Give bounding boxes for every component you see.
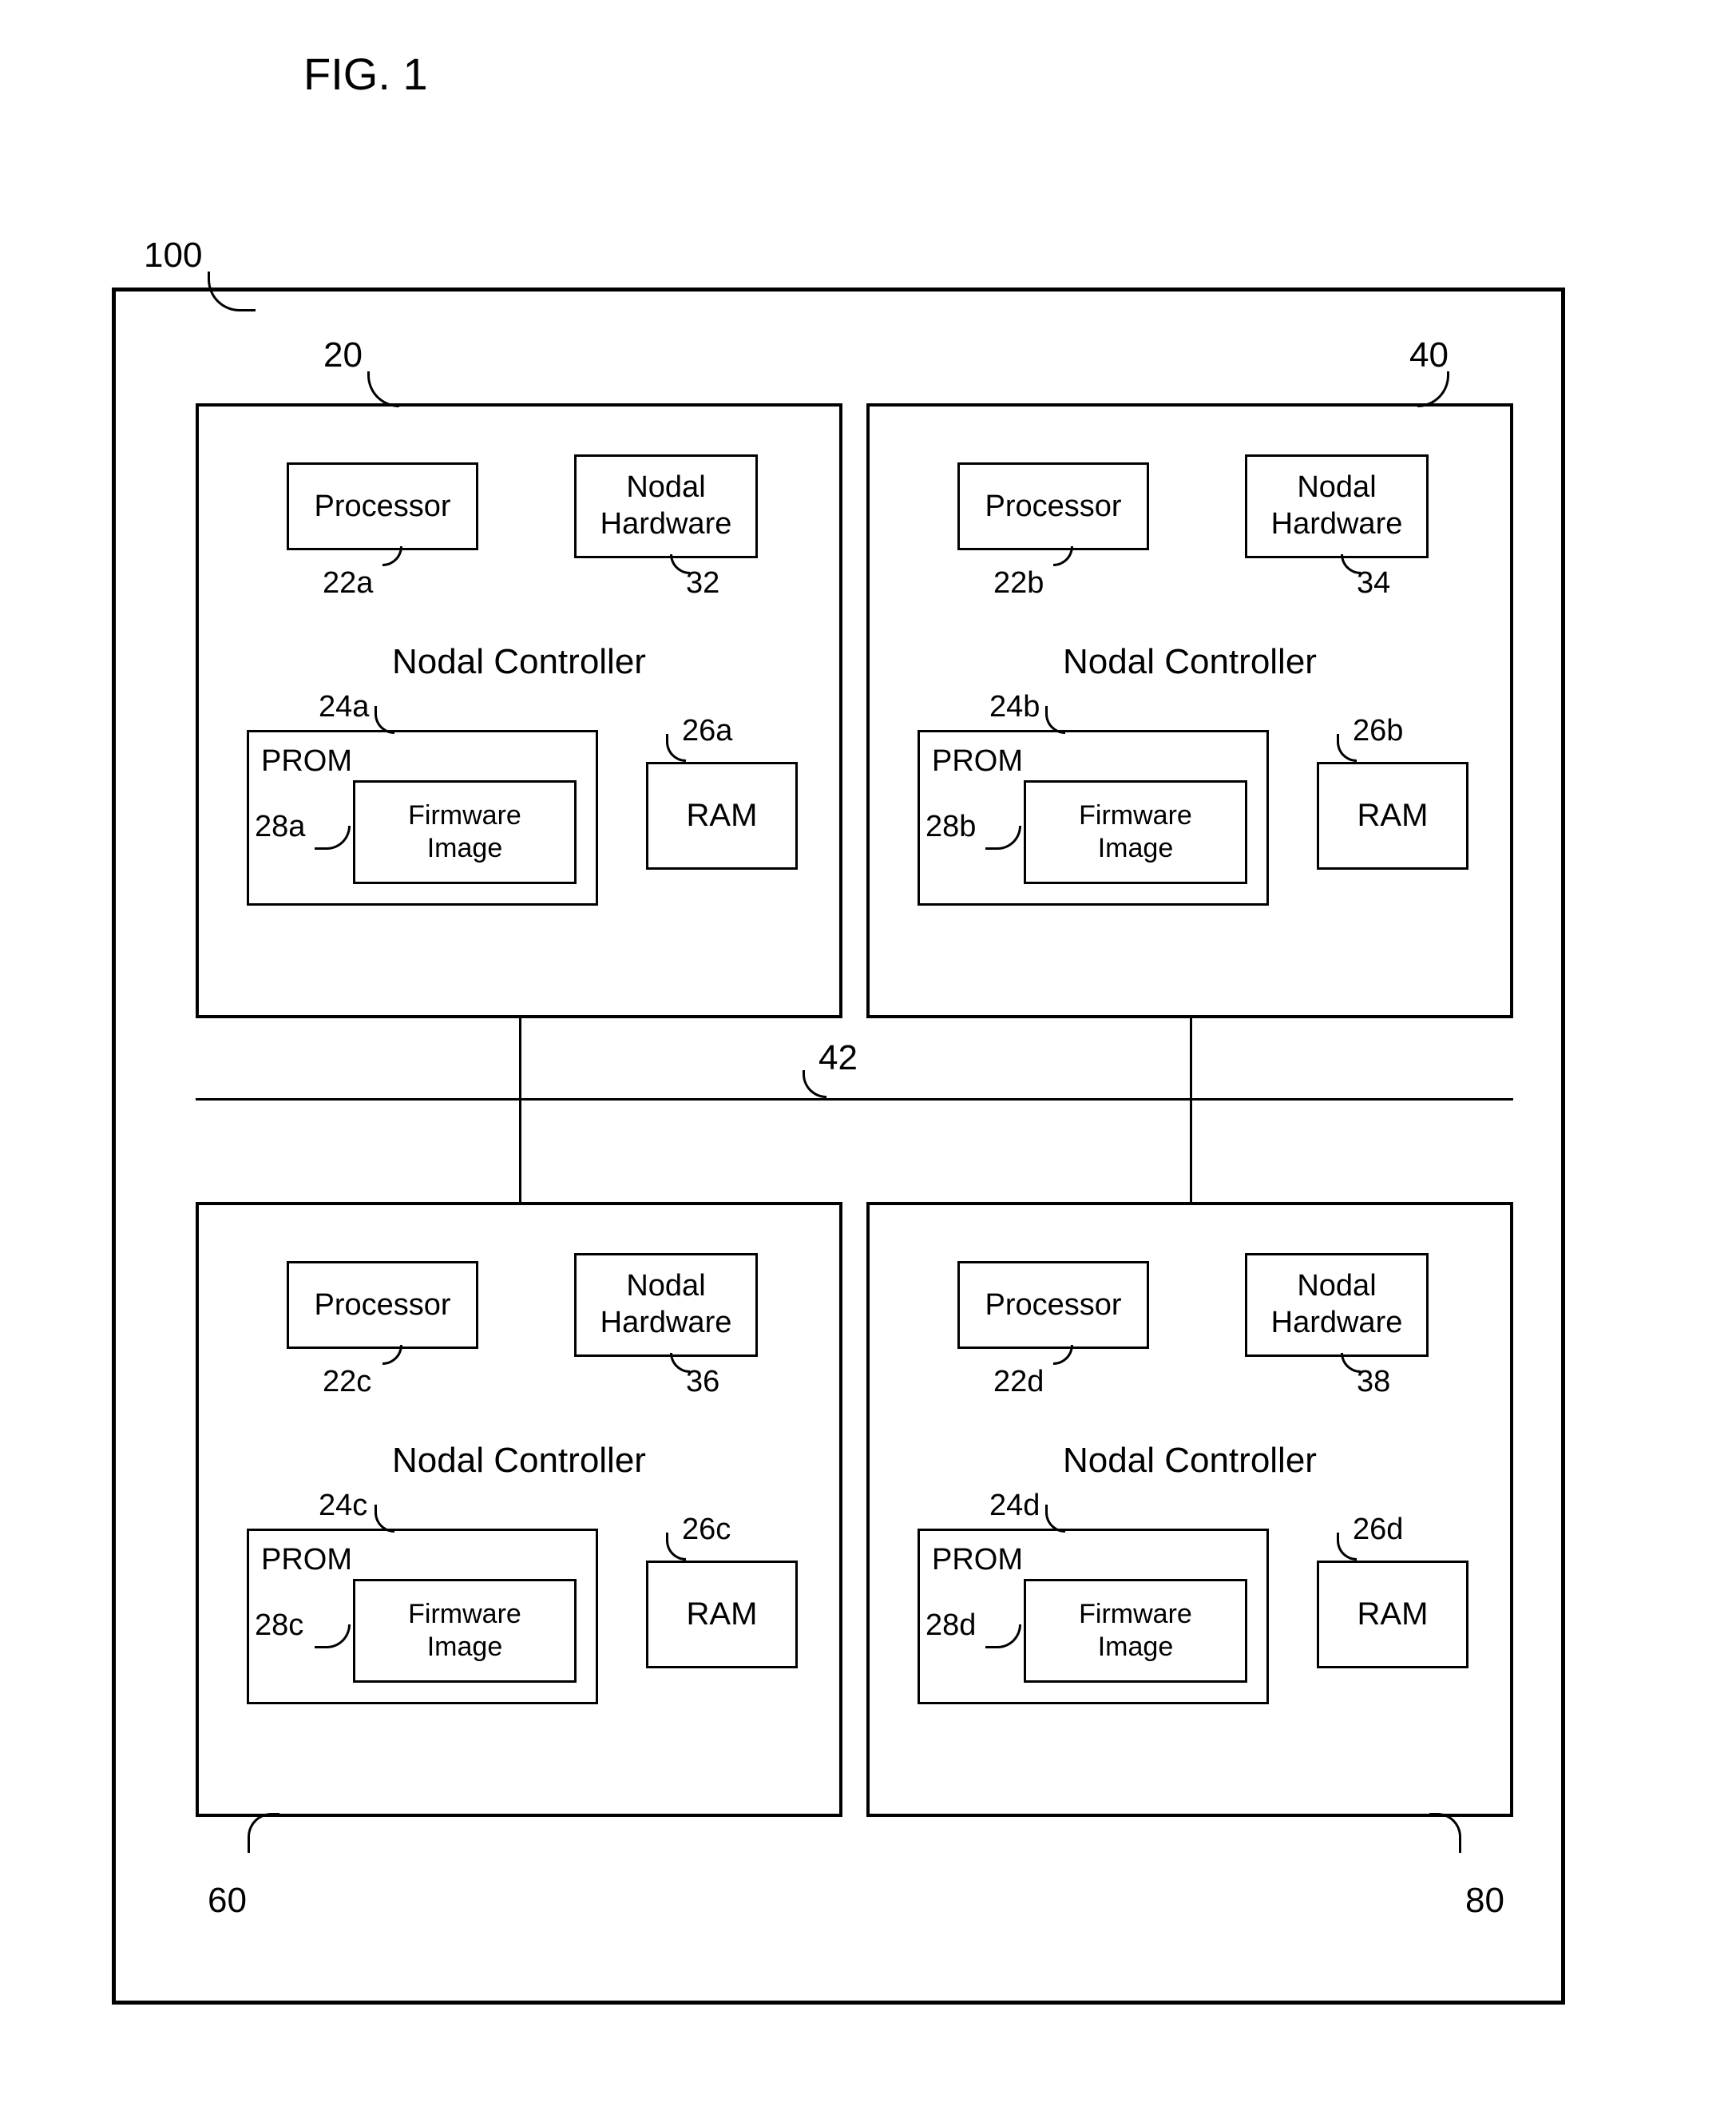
- firmware-box: Firmware Image: [353, 780, 577, 884]
- leader-38: [1341, 1353, 1361, 1373]
- controller-title: Nodal Controller: [870, 1441, 1510, 1481]
- ram-box: RAM: [646, 1561, 798, 1668]
- ram-label: RAM: [1357, 798, 1429, 834]
- hardware-box: Nodal Hardware: [574, 1253, 758, 1357]
- firmware-box: Firmware Image: [1024, 780, 1247, 884]
- figure-title: FIG. 1: [303, 48, 428, 100]
- ram-label: RAM: [687, 1596, 758, 1632]
- ram-box: RAM: [1317, 762, 1468, 870]
- processor-label: Processor: [314, 1288, 450, 1323]
- ref-24c: 24c: [319, 1489, 367, 1523]
- leader-80: [1429, 1813, 1461, 1853]
- processor-box: Processor: [287, 462, 478, 550]
- prom-label: PROM: [932, 744, 1023, 779]
- ref-26a: 26a: [682, 714, 732, 748]
- system-box: 20 Processor 22a Nodal Hardware 32 Nodal…: [112, 288, 1565, 2005]
- hardware-box: Nodal Hardware: [574, 454, 758, 558]
- firmware-label: Firmware Image: [1079, 1598, 1192, 1664]
- ref-38: 38: [1357, 1365, 1390, 1399]
- firmware-box: Firmware Image: [1024, 1579, 1247, 1683]
- ram-label: RAM: [1357, 1596, 1429, 1632]
- leader-26a: [666, 734, 686, 762]
- ref-80: 80: [1465, 1881, 1504, 1921]
- ref-26c: 26c: [682, 1513, 731, 1547]
- ref-28a: 28a: [255, 810, 305, 844]
- ref-28b: 28b: [925, 810, 976, 844]
- leader-22b: [1053, 546, 1073, 566]
- hardware-label: Nodal Hardware: [1271, 470, 1403, 542]
- prom-label: PROM: [261, 1543, 352, 1577]
- ram-box: RAM: [646, 762, 798, 870]
- leader-26d: [1337, 1533, 1357, 1561]
- ref-28c: 28c: [255, 1608, 303, 1643]
- leader-34: [1341, 554, 1361, 574]
- ref-22b: 22b: [993, 566, 1044, 601]
- firmware-label: Firmware Image: [1079, 799, 1192, 865]
- ref-22c: 22c: [323, 1365, 371, 1399]
- ref-24b: 24b: [989, 690, 1040, 724]
- leader-22d: [1053, 1345, 1073, 1365]
- ref-32: 32: [686, 566, 719, 601]
- node-80: Processor 22d Nodal Hardware 38 Nodal Co…: [866, 1202, 1513, 1817]
- bus-v-60: [519, 1098, 521, 1202]
- firmware-box: Firmware Image: [353, 1579, 577, 1683]
- processor-box: Processor: [957, 462, 1149, 550]
- ref-34: 34: [1357, 566, 1390, 601]
- hardware-label: Nodal Hardware: [600, 470, 732, 542]
- leader-26b: [1337, 734, 1357, 762]
- prom-label: PROM: [932, 1543, 1023, 1577]
- ram-box: RAM: [1317, 1561, 1468, 1668]
- processor-label: Processor: [985, 490, 1121, 524]
- ref-60: 60: [208, 1881, 247, 1921]
- ref-100: 100: [144, 236, 202, 276]
- ram-label: RAM: [687, 798, 758, 834]
- bus-main: [196, 1098, 1513, 1101]
- ref-36: 36: [686, 1365, 719, 1399]
- ref-40: 40: [1409, 335, 1449, 375]
- ref-26d: 26d: [1353, 1513, 1403, 1547]
- node-40: Processor 22b Nodal Hardware 34 Nodal Co…: [866, 403, 1513, 1018]
- processor-label: Processor: [985, 1288, 1121, 1323]
- leader-40: [1417, 371, 1449, 407]
- leader-22a: [382, 546, 402, 566]
- leader-32: [670, 554, 690, 574]
- ref-20: 20: [323, 335, 363, 375]
- leader-26c: [666, 1533, 686, 1561]
- processor-box: Processor: [957, 1261, 1149, 1349]
- bus-v-80: [1190, 1098, 1192, 1202]
- node-60: Processor 22c Nodal Hardware 36 Nodal Co…: [196, 1202, 842, 1817]
- node-20: Processor 22a Nodal Hardware 32 Nodal Co…: [196, 403, 842, 1018]
- controller-title: Nodal Controller: [870, 642, 1510, 682]
- ref-26b: 26b: [1353, 714, 1403, 748]
- bus-v-20: [519, 1018, 521, 1098]
- leader-42: [803, 1070, 826, 1098]
- ref-22d: 22d: [993, 1365, 1044, 1399]
- ref-24a: 24a: [319, 690, 369, 724]
- controller-title: Nodal Controller: [199, 1441, 839, 1481]
- leader-20: [367, 371, 399, 407]
- prom-label: PROM: [261, 744, 352, 779]
- ref-22a: 22a: [323, 566, 373, 601]
- firmware-label: Firmware Image: [408, 1598, 521, 1664]
- ref-28d: 28d: [925, 1608, 976, 1643]
- leader-36: [670, 1353, 690, 1373]
- bus-v-40: [1190, 1018, 1192, 1098]
- hardware-box: Nodal Hardware: [1245, 454, 1429, 558]
- processor-box: Processor: [287, 1261, 478, 1349]
- processor-label: Processor: [314, 490, 450, 524]
- firmware-label: Firmware Image: [408, 799, 521, 865]
- hardware-label: Nodal Hardware: [1271, 1268, 1403, 1341]
- leader-60: [248, 1813, 279, 1853]
- hardware-box: Nodal Hardware: [1245, 1253, 1429, 1357]
- leader-22c: [382, 1345, 402, 1365]
- hardware-label: Nodal Hardware: [600, 1268, 732, 1341]
- ref-24d: 24d: [989, 1489, 1040, 1523]
- controller-title: Nodal Controller: [199, 642, 839, 682]
